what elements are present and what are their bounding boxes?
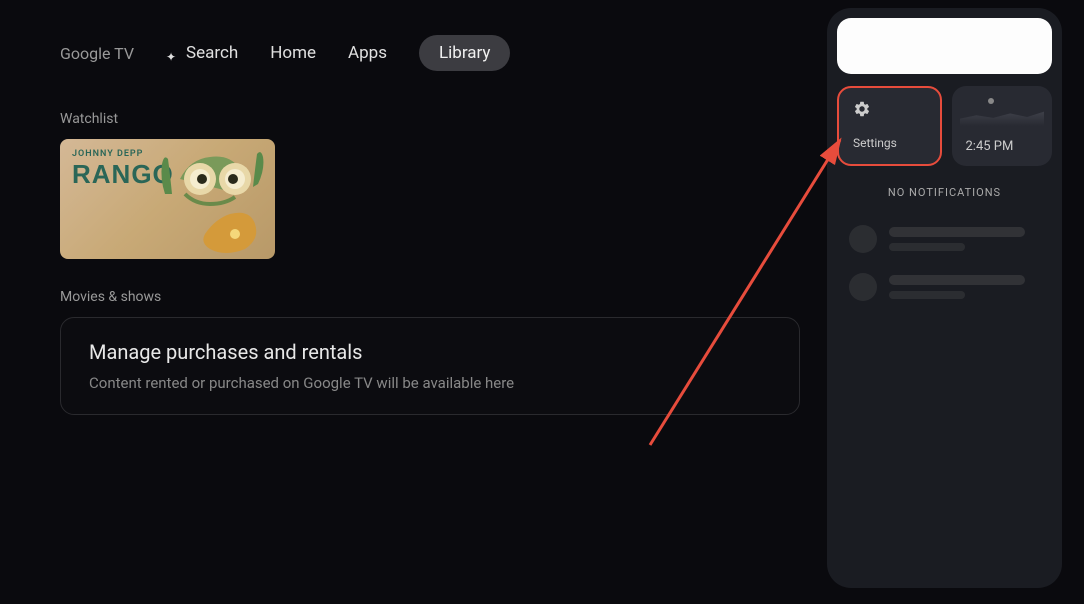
brand-label: Google TV	[60, 44, 134, 63]
purchases-description: Content rented or purchased on Google TV…	[89, 374, 771, 392]
nav-apps[interactable]: Apps	[348, 43, 387, 63]
assistant-icon	[166, 46, 180, 60]
nav-library[interactable]: Library	[419, 35, 510, 71]
clock-tile[interactable]: 2:45 PM	[952, 86, 1053, 166]
movie-artwork	[140, 139, 275, 259]
nav-home[interactable]: Home	[270, 43, 316, 63]
placeholder-line	[889, 243, 965, 251]
nav-search-label: Search	[186, 43, 238, 63]
notification-placeholder	[837, 215, 1052, 263]
placeholder-line	[889, 227, 1025, 237]
nav-home-label: Home	[270, 43, 316, 63]
placeholder-line	[889, 275, 1025, 285]
placeholder-avatar	[849, 273, 877, 301]
placeholder-lines	[889, 227, 1040, 251]
gear-icon	[853, 100, 871, 118]
settings-label: Settings	[853, 136, 926, 150]
panel-header-bar[interactable]	[837, 18, 1052, 74]
placeholder-line	[889, 291, 965, 299]
nav-apps-label: Apps	[348, 43, 387, 63]
notification-placeholder	[837, 263, 1052, 311]
nav-library-label: Library	[439, 43, 490, 63]
settings-tile[interactable]: Settings	[837, 86, 942, 166]
quick-settings-panel: Settings 2:45 PM NO NOTIFICATIONS	[827, 8, 1062, 588]
clock-time: 2:45 PM	[966, 139, 1039, 154]
purchases-title: Manage purchases and rentals	[89, 340, 771, 364]
tile-row: Settings 2:45 PM	[837, 86, 1052, 166]
mountain-icon	[960, 108, 1045, 126]
manage-purchases-card[interactable]: Manage purchases and rentals Content ren…	[60, 317, 800, 415]
placeholder-lines	[889, 275, 1040, 299]
placeholder-avatar	[849, 225, 877, 253]
no-notifications-label: NO NOTIFICATIONS	[837, 186, 1052, 199]
nav-search[interactable]: Search	[166, 43, 238, 63]
weather-graphic	[960, 96, 1045, 126]
watchlist-movie-card[interactable]: JOHNNY DEPP RANGO	[60, 139, 275, 259]
sun-icon	[988, 98, 994, 104]
